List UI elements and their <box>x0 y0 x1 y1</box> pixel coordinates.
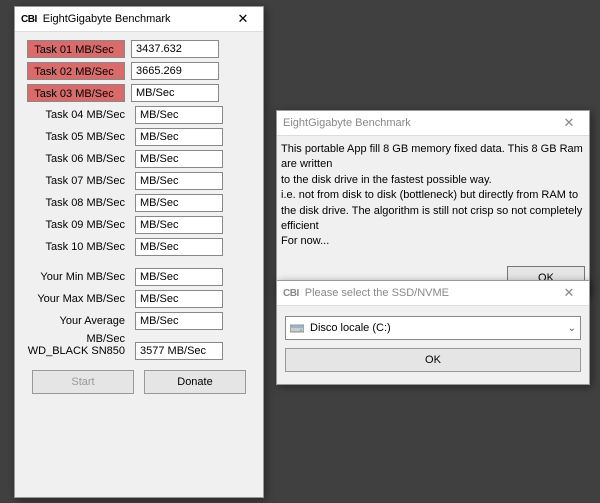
result-row: Task 05 MB/Sec MB/Sec <box>27 128 251 146</box>
result-row: Your Average MB/Sec MB/Sec <box>27 312 251 330</box>
donate-button[interactable]: Donate <box>144 370 246 394</box>
button-row: Start Donate <box>27 370 251 394</box>
info-message: This portable App fill 8 GB memory fixed… <box>277 136 589 262</box>
info-title: EightGigabyte Benchmark <box>283 117 551 129</box>
task-label: Task 05 MB/Sec <box>27 128 129 146</box>
task-label: Task 06 MB/Sec <box>27 150 129 168</box>
task-label: Task 04 MB/Sec <box>27 106 129 124</box>
task-value: MB/Sec <box>135 172 223 190</box>
drive-selector-dialog: CBI Please select the SSD/NVME ✕ Disco l… <box>276 280 590 385</box>
summary-value: MB/Sec <box>135 312 223 330</box>
app-logo: CBI <box>283 288 299 299</box>
main-body: Task 01 MB/Sec 3437.632 Task 02 MB/Sec 3665… <box>15 32 263 402</box>
main-titlebar: CBI EightGigabyte Benchmark ✕ <box>15 7 263 32</box>
drive-label: WD_BLACK SN850 <box>27 342 129 360</box>
task-value: MB/Sec <box>135 194 223 212</box>
summary-label: Your Max MB/Sec <box>27 290 129 308</box>
info-titlebar: EightGigabyte Benchmark ✕ <box>277 111 589 136</box>
result-row: Your Max MB/Sec MB/Sec <box>27 290 251 308</box>
result-row: Task 02 MB/Sec 3665.269 <box>27 62 251 80</box>
close-icon[interactable]: ✕ <box>225 7 261 31</box>
selector-body: Disco locale (C:) ⌄ OK <box>277 306 589 384</box>
task-value: 3665.269 <box>131 62 219 80</box>
task-label: Task 02 MB/Sec <box>27 62 125 80</box>
result-row: Task 09 MB/Sec MB/Sec <box>27 216 251 234</box>
close-icon[interactable]: ✕ <box>551 281 587 305</box>
close-icon[interactable]: ✕ <box>551 111 587 135</box>
summary-label: Your Average MB/Sec <box>27 312 129 330</box>
info-line: This portable App fill 8 GB memory fixed… <box>281 142 585 173</box>
info-line: to the disk drive in the fastest possibl… <box>281 173 585 188</box>
task-value: MB/Sec <box>135 216 223 234</box>
task-label: Task 08 MB/Sec <box>27 194 129 212</box>
summary-label: Your Min MB/Sec <box>27 268 129 286</box>
result-row: Task 07 MB/Sec MB/Sec <box>27 172 251 190</box>
summary-value: MB/Sec <box>135 268 223 286</box>
selector-title: Please select the SSD/NVME <box>305 287 551 299</box>
summary-value: MB/Sec <box>135 290 223 308</box>
start-button: Start <box>32 370 134 394</box>
result-row: Task 06 MB/Sec MB/Sec <box>27 150 251 168</box>
chevron-down-icon: ⌄ <box>568 323 576 334</box>
task-label: Task 09 MB/Sec <box>27 216 129 234</box>
result-row: Task 10 MB/Sec MB/Sec <box>27 238 251 256</box>
result-row: WD_BLACK SN850 3577 MB/Sec <box>27 342 251 360</box>
drive-value: 3577 MB/Sec <box>135 342 223 360</box>
task-value: MB/Sec <box>135 150 223 168</box>
task-label: Task 07 MB/Sec <box>27 172 129 190</box>
task-value: MB/Sec <box>135 238 223 256</box>
task-label: Task 10 MB/Sec <box>27 238 129 256</box>
drive-select-value: Disco locale (C:) <box>310 322 568 334</box>
task-value: MB/Sec <box>131 84 219 102</box>
info-line: i.e. not from disk to disk (bottleneck) … <box>281 188 585 203</box>
drive-icon <box>290 322 304 334</box>
task-value: MB/Sec <box>135 128 223 146</box>
main-window: CBI EightGigabyte Benchmark ✕ Task 01 MB… <box>14 6 264 498</box>
info-dialog: EightGigabyte Benchmark ✕ This portable … <box>276 110 590 295</box>
task-value: 3437.632 <box>131 40 219 58</box>
ok-button[interactable]: OK <box>285 348 581 372</box>
main-title: EightGigabyte Benchmark <box>43 13 225 25</box>
task-label: Task 01 MB/Sec <box>27 40 125 58</box>
result-row: Task 08 MB/Sec MB/Sec <box>27 194 251 212</box>
app-logo: CBI <box>21 14 37 25</box>
task-label: Task 03 MB/Sec <box>27 84 125 102</box>
info-line: the disk drive. The algorithm is still n… <box>281 204 585 235</box>
task-value: MB/Sec <box>135 106 223 124</box>
result-row: Your Min MB/Sec MB/Sec <box>27 268 251 286</box>
selector-titlebar: CBI Please select the SSD/NVME ✕ <box>277 281 589 306</box>
drive-select[interactable]: Disco locale (C:) ⌄ <box>285 316 581 340</box>
result-row: Task 03 MB/Sec MB/Sec <box>27 84 251 102</box>
result-row: Task 01 MB/Sec 3437.632 <box>27 40 251 58</box>
info-line: For now... <box>281 234 585 249</box>
result-row: Task 04 MB/Sec MB/Sec <box>27 106 251 124</box>
